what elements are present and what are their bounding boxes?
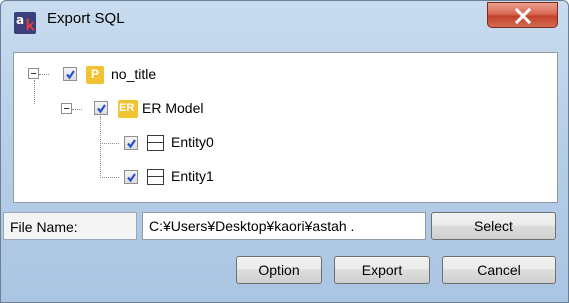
checkmark-icon	[66, 70, 75, 80]
title-bar: aｋ Export SQL	[1, 1, 568, 41]
collapse-root-icon[interactable]	[28, 68, 39, 79]
root-checkbox[interactable]	[63, 67, 77, 81]
entity-icon	[147, 135, 164, 151]
export-sql-dialog: aｋ Export SQL P no_title ER ER Model Ent…	[0, 0, 569, 303]
close-icon	[514, 8, 532, 24]
er-model-icon: ER	[118, 100, 138, 118]
window-title: Export SQL	[47, 10, 125, 27]
tree-item-root-label[interactable]: no_title	[111, 66, 156, 82]
export-button[interactable]: Export	[334, 256, 430, 284]
file-name-field[interactable]: C:¥Users¥Desktop¥kaori¥astah .	[142, 212, 426, 240]
checkmark-icon	[127, 173, 136, 183]
entity0-checkbox[interactable]	[124, 136, 138, 150]
checkmark-icon	[127, 139, 136, 149]
file-name-label: File Name:	[3, 212, 137, 240]
project-icon: P	[86, 66, 104, 84]
select-button[interactable]: Select	[431, 212, 556, 240]
entity-icon	[147, 169, 164, 185]
entity1-checkbox[interactable]	[124, 170, 138, 184]
tree-item-entity0-label[interactable]: Entity0	[171, 134, 214, 150]
cancel-button[interactable]: Cancel	[442, 256, 556, 284]
option-button[interactable]: Option	[236, 256, 322, 284]
checkmark-icon	[97, 104, 106, 114]
tree-item-entity1-label[interactable]: Entity1	[171, 168, 214, 184]
collapse-er-model-icon[interactable]	[61, 103, 72, 114]
model-tree: P no_title ER ER Model Entity0 Entity1	[13, 52, 558, 203]
close-button[interactable]	[487, 2, 558, 28]
er-model-checkbox[interactable]	[94, 101, 108, 115]
app-icon: aｋ	[14, 12, 37, 34]
tree-item-er-model-label[interactable]: ER Model	[142, 100, 203, 116]
